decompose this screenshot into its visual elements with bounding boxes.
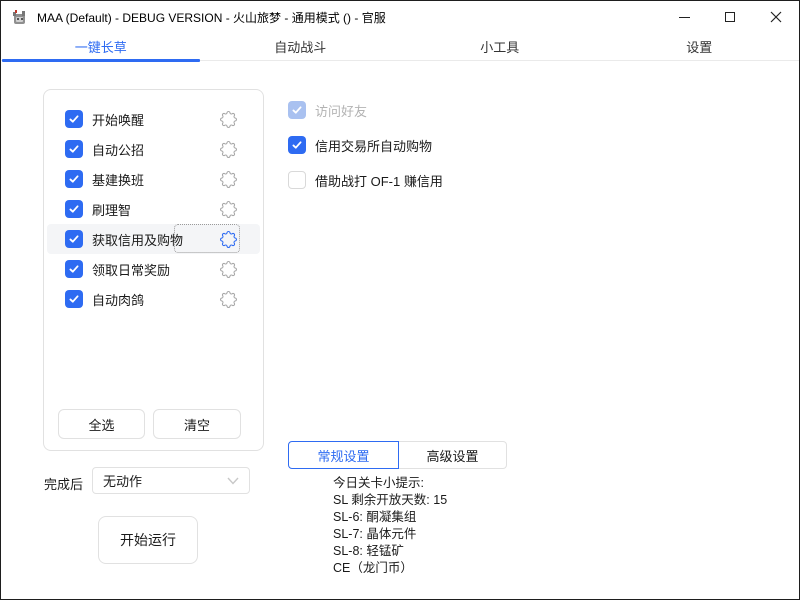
check-icon bbox=[68, 263, 80, 275]
tip-line: 今日关卡小提示: bbox=[333, 475, 447, 492]
check-icon bbox=[68, 113, 80, 125]
tip-line: SL-8: 轻锰矿 bbox=[333, 543, 447, 560]
start-run-button[interactable]: 开始运行 bbox=[98, 516, 198, 564]
settings-tab-2[interactable]: 高级设置 bbox=[399, 441, 507, 469]
settings-tab-bar: 常规设置高级设置 bbox=[288, 441, 507, 469]
task-label: 获取信用及购物 bbox=[92, 230, 183, 249]
close-icon bbox=[770, 11, 782, 23]
app-icon bbox=[11, 9, 28, 26]
chevron-down-icon bbox=[227, 477, 239, 485]
task-label: 领取日常奖励 bbox=[92, 260, 170, 279]
check-icon bbox=[68, 203, 80, 215]
settings-tab-1[interactable]: 常规设置 bbox=[288, 441, 399, 469]
option-row[interactable]: 借助战打 OF-1 赚信用 bbox=[288, 171, 443, 189]
checkbox[interactable] bbox=[65, 260, 83, 278]
select-all-button[interactable]: 全选 bbox=[58, 409, 145, 439]
task-row[interactable]: 获取信用及购物 bbox=[47, 224, 260, 254]
title-bar: MAA (Default) - DEBUG VERSION - 火山旅梦 - 通… bbox=[1, 1, 799, 33]
stage-tips: 今日关卡小提示:SL 剩余开放天数: 15SL-6: 酮凝集组SL-7: 晶体元… bbox=[333, 475, 447, 577]
task-row[interactable]: 领取日常奖励 bbox=[44, 254, 263, 284]
task-label: 刷理智 bbox=[92, 200, 131, 219]
gear-icon[interactable] bbox=[220, 201, 237, 218]
tip-line: CE（龙门币） bbox=[333, 560, 447, 577]
checkbox[interactable] bbox=[65, 290, 83, 308]
options-list: 访问好友信用交易所自动购物借助战打 OF-1 赚信用 bbox=[288, 101, 443, 206]
tip-line: SL 剩余开放天数: 15 bbox=[333, 492, 447, 509]
checkbox[interactable] bbox=[65, 200, 83, 218]
option-row: 访问好友 bbox=[288, 101, 443, 119]
task-label: 基建换班 bbox=[92, 170, 144, 189]
after-completion-value: 无动作 bbox=[103, 471, 142, 490]
tab-1[interactable]: 一键长草 bbox=[1, 33, 201, 60]
window-title: MAA (Default) - DEBUG VERSION - 火山旅梦 - 通… bbox=[37, 9, 386, 26]
task-label: 开始唤醒 bbox=[92, 110, 144, 129]
option-row[interactable]: 信用交易所自动购物 bbox=[288, 136, 443, 154]
task-row[interactable]: 刷理智 bbox=[44, 194, 263, 224]
checkbox[interactable] bbox=[65, 230, 83, 248]
maximize-icon bbox=[725, 12, 735, 22]
tab-3[interactable]: 小工具 bbox=[400, 33, 600, 60]
app-window: MAA (Default) - DEBUG VERSION - 火山旅梦 - 通… bbox=[0, 0, 800, 600]
task-list: 开始唤醒自动公招基建换班刷理智获取信用及购物领取日常奖励自动肉鸽 bbox=[44, 104, 263, 314]
option-label: 信用交易所自动购物 bbox=[315, 136, 432, 155]
task-row[interactable]: 开始唤醒 bbox=[44, 104, 263, 134]
check-icon bbox=[68, 143, 80, 155]
tip-line: SL-6: 酮凝集组 bbox=[333, 509, 447, 526]
check-icon bbox=[68, 233, 80, 245]
minimize-icon bbox=[679, 17, 690, 18]
checkbox[interactable] bbox=[288, 136, 306, 154]
checkbox bbox=[288, 101, 306, 119]
gear-icon[interactable] bbox=[220, 261, 237, 278]
maximize-button[interactable] bbox=[707, 1, 753, 33]
check-icon bbox=[291, 104, 303, 116]
gear-icon[interactable] bbox=[220, 141, 237, 158]
checkbox[interactable] bbox=[288, 171, 306, 189]
gear-icon[interactable] bbox=[220, 231, 237, 248]
option-label: 借助战打 OF-1 赚信用 bbox=[315, 171, 443, 190]
check-icon bbox=[68, 293, 80, 305]
task-row[interactable]: 自动公招 bbox=[44, 134, 263, 164]
minimize-button[interactable] bbox=[661, 1, 707, 33]
tip-line: SL-7: 晶体元件 bbox=[333, 526, 447, 543]
task-row[interactable]: 基建换班 bbox=[44, 164, 263, 194]
after-completion-dropdown[interactable]: 无动作 bbox=[92, 467, 250, 494]
task-panel: 开始唤醒自动公招基建换班刷理智获取信用及购物领取日常奖励自动肉鸽 全选 清空 bbox=[43, 89, 264, 451]
after-completion-label: 完成后 bbox=[44, 474, 83, 493]
checkbox[interactable] bbox=[65, 170, 83, 188]
option-label: 访问好友 bbox=[315, 101, 367, 120]
gear-icon[interactable] bbox=[220, 171, 237, 188]
clear-button[interactable]: 清空 bbox=[153, 409, 241, 439]
tab-4[interactable]: 设置 bbox=[600, 33, 800, 60]
gear-icon[interactable] bbox=[220, 291, 237, 308]
task-label: 自动公招 bbox=[92, 140, 144, 159]
tab-bar: 一键长草自动战斗小工具设置 bbox=[1, 33, 799, 61]
checkbox[interactable] bbox=[65, 140, 83, 158]
window-controls bbox=[661, 1, 799, 33]
checkbox[interactable] bbox=[65, 110, 83, 128]
task-label: 自动肉鸽 bbox=[92, 290, 144, 309]
close-button[interactable] bbox=[753, 1, 799, 33]
gear-icon[interactable] bbox=[220, 111, 237, 128]
check-icon bbox=[68, 173, 80, 185]
check-icon bbox=[291, 139, 303, 151]
tab-2[interactable]: 自动战斗 bbox=[201, 33, 401, 60]
task-row[interactable]: 自动肉鸽 bbox=[44, 284, 263, 314]
